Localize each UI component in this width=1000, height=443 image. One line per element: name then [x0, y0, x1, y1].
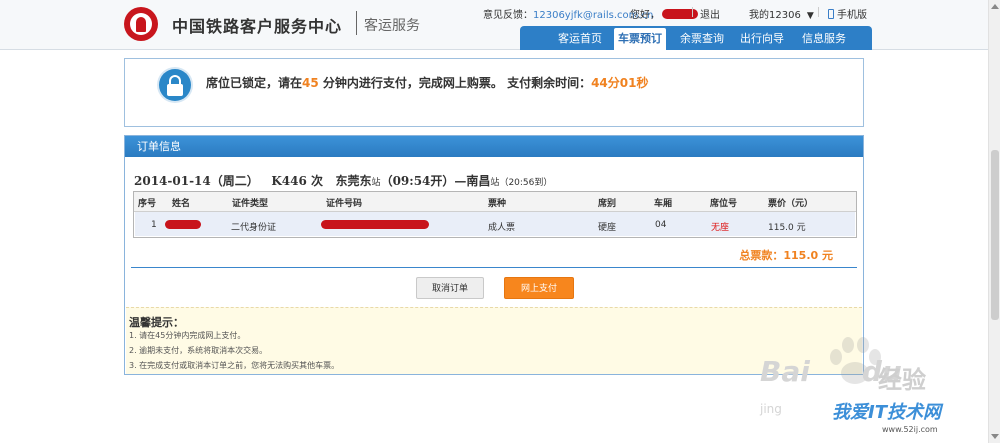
notice-minutes: 45 [302, 76, 319, 90]
trip-summary: 2014-01-14（周二） K446 次 东莞东站（09:54开）—南昌站（2… [134, 172, 552, 189]
column-header: 证件号码 [326, 199, 363, 209]
column-header: 姓名 [172, 199, 191, 209]
tip-item: 1. 请在45分钟内完成网上支付。 [129, 331, 246, 340]
column-header: 车厢 [654, 199, 673, 209]
watermark-url: www.52ij.com [882, 425, 938, 434]
my12306-menu[interactable]: 我的12306 ▼ [749, 6, 814, 21]
redacted-name [165, 220, 201, 229]
row-car: 04 [655, 220, 667, 230]
nav-ticket-booking[interactable]: 车票预订 [614, 28, 666, 50]
vertical-scrollbar[interactable] [988, 0, 1000, 443]
panel-divider [131, 267, 857, 268]
to-station: 南昌 [466, 174, 491, 188]
brand-divider [356, 11, 357, 35]
column-header: 席别 [598, 199, 617, 209]
watermark-bai: Bai [760, 355, 810, 388]
watermark-jingyan: 经验 [878, 366, 926, 394]
nav-remaining-tickets[interactable]: 余票查询 [676, 30, 728, 48]
row-seat-class: 硬座 [598, 223, 617, 233]
phone-icon [828, 9, 834, 19]
top-divider [692, 7, 693, 17]
railway-logo-icon[interactable] [124, 7, 158, 41]
column-header: 票价（元） [768, 199, 814, 209]
order-info-panel: 订单信息 2014-01-14（周二） K446 次 东莞东站（09:54开）—… [124, 135, 864, 375]
notice-text-1: 席位已锁定，请在 [206, 76, 303, 90]
site-header: 中国铁路客户服务中心 客运服务 意见反馈：12306yjfk@rails.com… [0, 0, 988, 50]
row-ticket-type: 成人票 [488, 223, 516, 233]
scroll-thumb[interactable] [991, 150, 999, 320]
tips-box: 温馨提示： 1. 请在45分钟内完成网上支付。 2. 逾期未支付，系统将取消本次… [126, 307, 862, 374]
feedback-label: 意见反馈： [483, 10, 533, 21]
column-header: 序号 [138, 199, 157, 209]
column-header: 席位号 [710, 199, 738, 209]
lock-body [167, 84, 183, 96]
notice-text-2: 分钟内进行支付，完成网上购票。 支付剩余时间： [318, 76, 592, 90]
column-header: 证件类型 [232, 199, 269, 209]
mobile-version-link[interactable]: 手机版 [828, 6, 867, 21]
nav-travel-guide[interactable]: 出行向导 [736, 30, 788, 48]
seat-locked-notice: 席位已锁定，请在45 分钟内进行支付，完成网上购票。 支付剩余时间：44分01秒 [124, 58, 864, 127]
nav-info-service[interactable]: 信息服务 [798, 30, 850, 48]
logout-link[interactable]: 退出 [700, 6, 720, 21]
scroll-down-icon[interactable] [991, 434, 999, 439]
online-pay-button[interactable]: 网上支付 [504, 277, 574, 299]
tips-title: 温馨提示： [129, 316, 184, 329]
page: 中国铁路客户服务中心 客运服务 意见反馈：12306yjfk@rails.com… [0, 0, 1000, 443]
cancel-order-button[interactable]: 取消订单 [416, 277, 484, 299]
arrive-time: （20:56到） [499, 178, 553, 188]
panel-title: 订单信息 [125, 136, 863, 157]
station-suffix: 站 [371, 178, 381, 188]
column-header: 票种 [488, 199, 507, 209]
feedback-link[interactable]: 意见反馈：12306yjfk@rails.com.cn [483, 6, 653, 21]
my12306-label: 我的12306 [749, 10, 801, 21]
row-seat-no: 无座 [711, 223, 730, 233]
watermark-jing: jing [760, 402, 782, 416]
brand-title: 中国铁路客户服务中心 [172, 17, 343, 36]
redacted-id-number [321, 220, 429, 229]
user-greeting: 您好， [630, 6, 698, 21]
chevron-down-icon: ▼ [806, 11, 814, 21]
scroll-up-icon[interactable] [991, 4, 999, 9]
depart-time: （09:54开）— [380, 174, 467, 188]
tip-item: 2. 逾期未支付，系统将取消本次交易。 [129, 346, 268, 355]
nav-home[interactable]: 客运首页 [554, 30, 606, 48]
row-price: 115.0 元 [768, 223, 806, 233]
train-number: K446 次 [271, 174, 323, 188]
row-index: 1 [151, 220, 157, 230]
lock-icon [159, 69, 191, 101]
tip-item: 3. 在完成支付或取消本订单之前，您将无法购买其他车票。 [129, 361, 340, 370]
brand-subtitle: 客运服务 [364, 18, 420, 34]
from-station: 东莞东 [335, 174, 372, 188]
notice-message: 席位已锁定，请在45 分钟内进行支付，完成网上购票。 支付剩余时间：44分01秒 [206, 74, 648, 91]
remaining-time: 44分01秒 [591, 76, 649, 90]
table-row: 1 二代身份证 成人票 硬座 04 无座 115.0 元 [135, 212, 855, 236]
watermark-site-name: 我爱IT技术网 [832, 402, 941, 423]
total-amount: 总票款：115.0 元 [739, 249, 833, 262]
mobile-label: 手机版 [837, 10, 867, 21]
table-header: 序号 姓名 证件类型 证件号码 票种 席别 车厢 席位号 票价（元） [134, 192, 856, 212]
main-nav: 客运首页 车票预订 余票查询 出行向导 信息服务 [520, 26, 872, 50]
row-id-type: 二代身份证 [231, 223, 277, 233]
greeting-label: 您好， [630, 10, 660, 21]
trip-date: 2014-01-14（周二） [134, 174, 259, 188]
top-divider [818, 7, 819, 17]
passenger-table: 序号 姓名 证件类型 证件号码 票种 席别 车厢 席位号 票价（元） 1 二代身… [133, 191, 857, 238]
